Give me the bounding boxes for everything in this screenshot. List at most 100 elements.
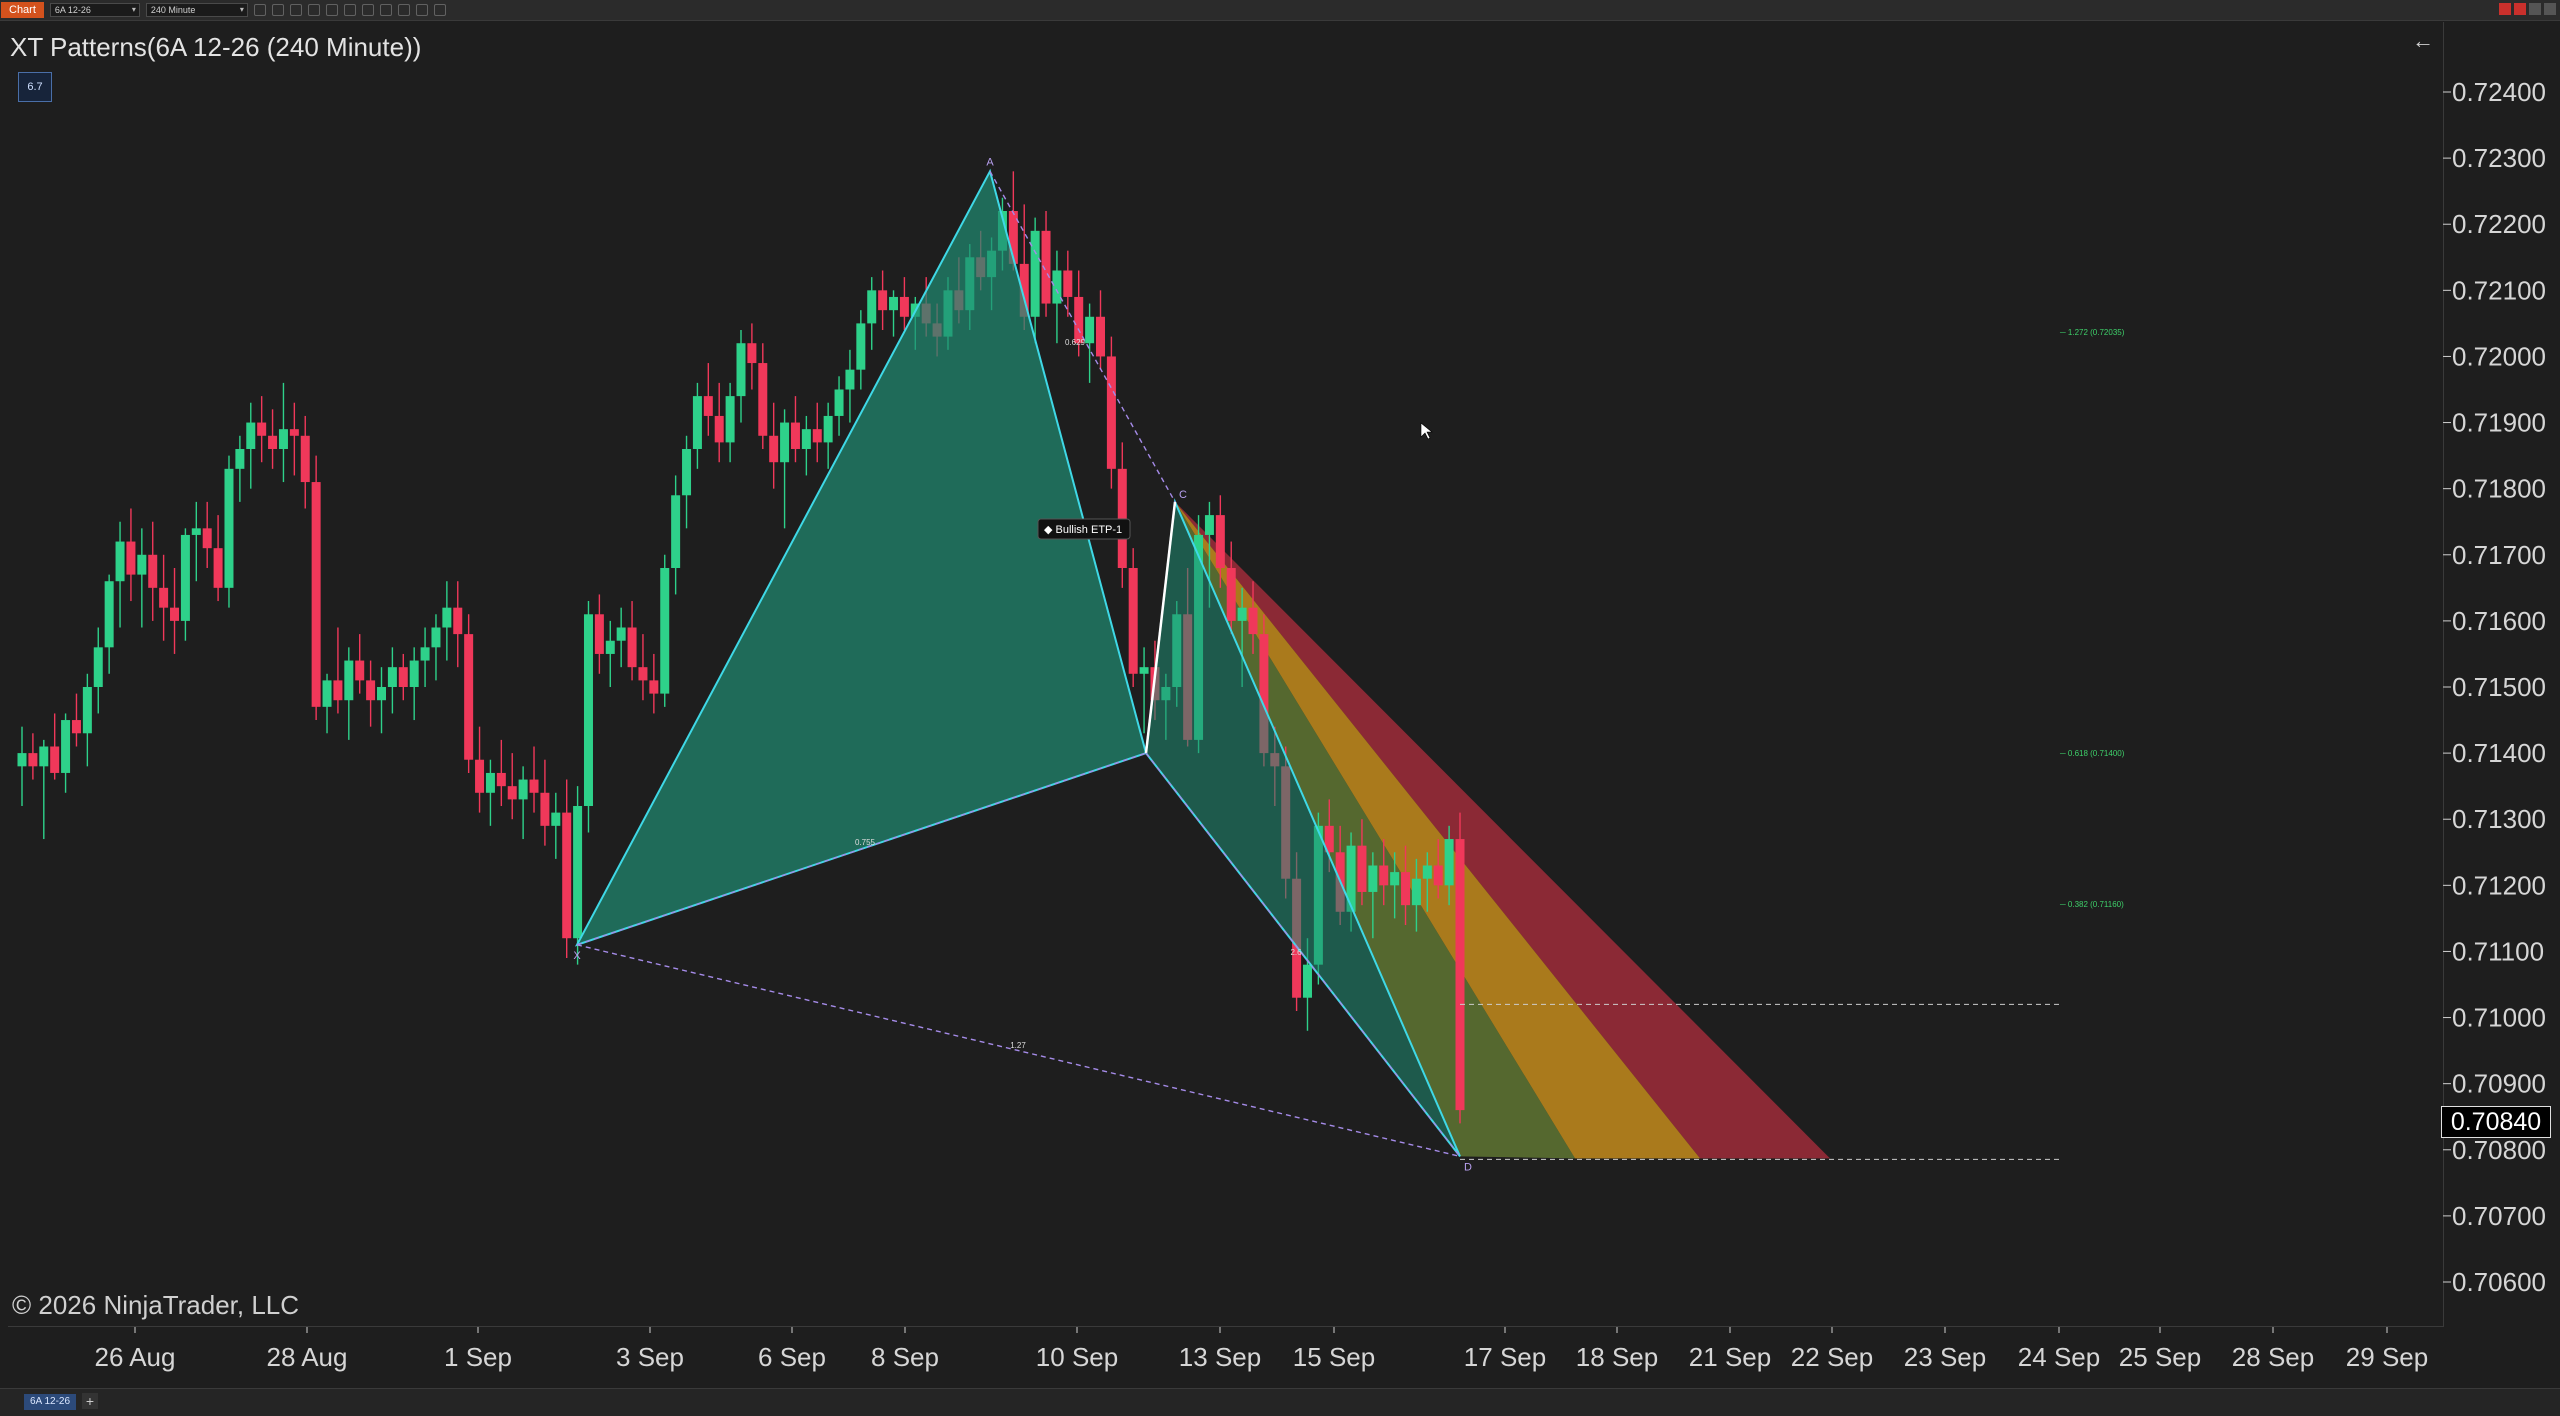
candle-body [1379,865,1389,886]
candle-body [540,792,550,826]
candle-body [790,422,800,449]
y-tick-label: 0.72100 [2452,275,2546,305]
candle-body [1368,865,1378,892]
y-tick-mark [2443,1017,2451,1019]
candle-body [431,627,441,648]
y-tick-label: 0.71800 [2452,474,2546,504]
candle-body [28,753,38,767]
y-tick-mark [2443,620,2451,622]
x-tick-label: 29 Sep [2346,1342,2428,1372]
pattern-name-text: ◆ Bullish ETP-1 [1044,524,1122,536]
candle-body [834,389,844,416]
candle-body [1063,270,1073,297]
current-price-marker: 0.70840 [2441,1106,2551,1138]
pattern-point-label: X [573,950,581,962]
candle-body [583,614,593,806]
candle-body [529,779,539,793]
x-tick-label: 28 Sep [2232,1342,2314,1372]
candle-body [1444,839,1454,886]
candle-body [159,587,169,608]
candle-body [1030,230,1040,317]
candle-body [202,528,212,549]
y-tick-label: 0.70800 [2452,1135,2546,1165]
candle-body [289,429,299,436]
y-tick-label: 0.70900 [2452,1069,2546,1099]
pattern-point-label: A [986,156,994,168]
y-tick-mark [2443,422,2451,424]
version-badge[interactable]: 6.7 [18,72,52,102]
x-tick-mark [1333,1327,1335,1333]
candle-body [409,660,419,687]
x-tick-label: 22 Sep [1791,1342,1873,1372]
candle-body [61,720,71,773]
x-tick-label: 21 Sep [1689,1342,1771,1372]
add-tab-button[interactable]: + [82,1393,98,1409]
candle-body [170,607,180,621]
tab-instrument[interactable]: 6A 12-26 [24,1394,77,1410]
pattern-point-label: D [1464,1161,1472,1173]
x-tick-mark [2272,1327,2274,1333]
candle-body [71,720,81,734]
candle-body [268,435,278,449]
candle-body [464,634,474,760]
x-tick-mark [134,1327,136,1333]
y-tick-mark [2443,157,2451,159]
x-tick-mark [2386,1327,2388,1333]
candle-body [442,607,452,628]
candle-body [1052,270,1062,304]
x-tick-label: 24 Sep [2018,1342,2100,1372]
candle-body [257,422,267,436]
candle-body [660,568,670,694]
y-tick-label: 0.72000 [2452,341,2546,371]
x-tick-mark [306,1327,308,1333]
x-tick-mark [1729,1327,1731,1333]
candle-body [714,415,724,443]
price-chart[interactable]: X A C D 0.755 0.629 1.27 2.6 ─ 1.272 (0.72035) ─ … [0,0,2560,1388]
candle-body [736,343,746,397]
y-tick-label: 0.72300 [2452,143,2546,173]
y-tick-mark [2443,91,2451,93]
candle-body [93,647,103,687]
back-arrow-icon[interactable]: ← [2412,28,2434,54]
pattern-ratio-label: 0.755 [855,838,876,847]
x-tick-mark [1504,1327,1506,1333]
candle-body [246,422,256,449]
candle-body [703,396,713,416]
y-tick-label: 0.71900 [2452,408,2546,438]
fib-level-label: ─ 0.382 (0.71160) [2059,900,2124,909]
candle-body [692,396,702,449]
candle-body [1096,316,1105,357]
candle-body [224,468,234,588]
pattern-name-label: ◆ Bullish ETP-1 [1037,518,1131,540]
candle-body [377,687,386,701]
candle-body [344,660,354,701]
y-tick-label: 0.71400 [2452,738,2546,768]
candle-body [387,667,397,687]
candle-body [126,541,136,575]
candle-body [649,680,659,694]
candle-body [725,396,735,443]
candle-body [322,680,332,707]
candle-body [191,528,201,535]
y-tick-label: 0.71700 [2452,540,2546,570]
candle-body [213,548,223,588]
y-tick-mark [2443,1281,2451,1283]
fib-level-label: ─ 1.272 (0.72035) [2059,328,2125,337]
candle-body [39,746,49,767]
x-tick-mark [904,1327,906,1333]
y-tick-mark [2443,223,2451,225]
candle-body [398,667,408,687]
candle-body [780,422,790,463]
candle-body [758,363,768,436]
candle-body [1357,845,1367,892]
candle-body [1074,296,1084,344]
candle-body [889,296,899,311]
y-tick-mark [2443,752,2451,754]
candle-body [682,449,692,496]
candle-body [453,607,463,635]
y-tick-mark [2443,950,2451,952]
candle-body [1302,964,1312,998]
y-tick-label: 0.70600 [2452,1267,2546,1297]
candle-body [485,772,495,793]
candle-body [496,772,506,787]
